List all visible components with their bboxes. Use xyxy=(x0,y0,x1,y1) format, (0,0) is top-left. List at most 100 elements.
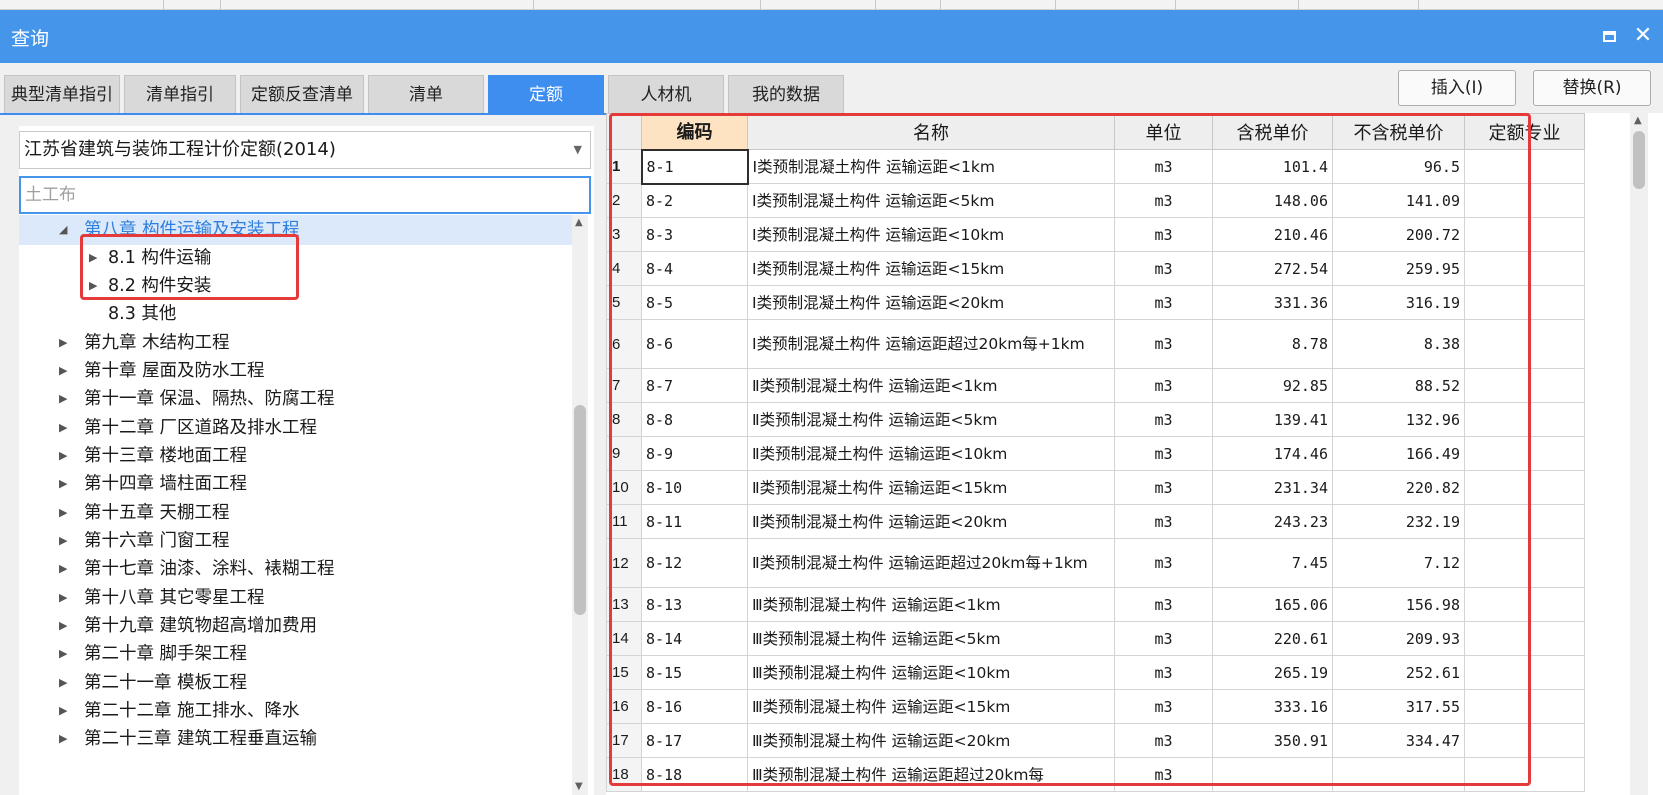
tree-item-chapter-9[interactable]: ▶ 第九章 木结构工程 xyxy=(19,328,572,358)
scroll-up-icon[interactable]: ▲ xyxy=(1634,115,1642,126)
tree-item-chapter-8[interactable]: ◢ 第八章 构件运输及安装工程 xyxy=(19,215,572,245)
row-number[interactable]: 16 xyxy=(606,689,642,724)
unit-cell[interactable]: m3 xyxy=(1114,402,1213,437)
notax-price-cell[interactable]: 317.55 xyxy=(1332,689,1465,724)
table-row[interactable]: 4 8-4 Ⅰ类预制混凝土构件 运输运距<15km m3 272.54 259.95 xyxy=(606,251,1585,286)
notax-price-cell[interactable] xyxy=(1332,757,1465,792)
tab-quota[interactable]: 定额 xyxy=(488,75,604,113)
quota-library-select[interactable]: 江苏省建筑与装饰工程计价定额(2014) ▼ xyxy=(19,131,591,169)
name-cell[interactable]: Ⅲ类预制混凝土构件 运输运距超过20km每 xyxy=(747,757,1115,792)
tree-item-chapter-20[interactable]: ▶ 第二十章 脚手架工程 xyxy=(19,639,572,669)
code-cell[interactable]: 8-13 xyxy=(641,587,748,622)
tax-price-cell[interactable]: 333.16 xyxy=(1212,689,1333,724)
unit-cell[interactable]: m3 xyxy=(1114,538,1213,588)
tree-item-8-2[interactable]: ▶ 8.2 构件安装 xyxy=(19,271,572,301)
table-row[interactable]: 15 8-15 Ⅲ类预制混凝土构件 运输运距<10km m3 265.19 252.61 xyxy=(606,655,1585,690)
table-row[interactable]: 10 8-10 Ⅱ类预制混凝土构件 运输运距<15km m3 231.34 220.82 xyxy=(606,470,1585,505)
table-row[interactable]: 6 8-6 Ⅰ类预制混凝土构件 运输运距超过20km每+1km m3 8.78 8.38 xyxy=(606,319,1585,369)
unit-cell[interactable]: m3 xyxy=(1114,149,1213,184)
major-cell[interactable] xyxy=(1464,285,1585,320)
tab-bill-guide[interactable]: 清单指引 xyxy=(124,75,236,113)
tax-price-cell[interactable]: 210.46 xyxy=(1212,217,1333,252)
notax-price-cell[interactable]: 200.72 xyxy=(1332,217,1465,252)
name-cell[interactable]: Ⅱ类预制混凝土构件 运输运距<1km xyxy=(747,368,1115,403)
collapsed-triangle-icon[interactable]: ▶ xyxy=(59,441,67,471)
table-row[interactable]: 14 8-14 Ⅲ类预制混凝土构件 运输运距<5km m3 220.61 209.93 xyxy=(606,621,1585,656)
table-row[interactable]: 18 8-18 Ⅲ类预制混凝土构件 运输运距超过20km每 m3 xyxy=(606,757,1585,792)
tax-price-cell[interactable]: 8.78 xyxy=(1212,319,1333,369)
insert-button[interactable]: 插入(I) xyxy=(1398,70,1516,106)
tax-price-cell[interactable] xyxy=(1212,757,1333,792)
close-icon[interactable]: ✕ xyxy=(1629,22,1657,50)
name-cell[interactable]: Ⅰ类预制混凝土构件 运输运距超过20km每+1km xyxy=(747,319,1115,369)
code-cell[interactable]: 8-18 xyxy=(641,757,748,792)
name-cell[interactable]: Ⅲ类预制混凝土构件 运输运距<10km xyxy=(747,655,1115,690)
major-cell[interactable] xyxy=(1464,217,1585,252)
tax-price-cell[interactable]: 231.34 xyxy=(1212,470,1333,505)
row-number[interactable]: 18 xyxy=(606,757,642,792)
unit-cell[interactable]: m3 xyxy=(1114,183,1213,218)
notax-price-cell[interactable]: 7.12 xyxy=(1332,538,1465,588)
table-row[interactable]: 5 8-5 Ⅰ类预制混凝土构件 运输运距<20km m3 331.36 316.19 xyxy=(606,285,1585,320)
major-cell[interactable] xyxy=(1464,504,1585,539)
collapsed-triangle-icon[interactable]: ▶ xyxy=(59,413,67,443)
notax-price-cell[interactable]: 220.82 xyxy=(1332,470,1465,505)
major-cell[interactable] xyxy=(1464,538,1585,588)
code-cell[interactable]: 8-17 xyxy=(641,723,748,758)
maximize-icon[interactable] xyxy=(1595,22,1623,50)
tree-item-chapter-11[interactable]: ▶ 第十一章 保温、隔热、防腐工程 xyxy=(19,384,572,414)
unit-cell[interactable]: m3 xyxy=(1114,217,1213,252)
collapsed-triangle-icon[interactable]: ▶ xyxy=(59,328,67,358)
name-cell[interactable]: Ⅰ类预制混凝土构件 运输运距<15km xyxy=(747,251,1115,286)
tree-item-chapter-13[interactable]: ▶ 第十三章 楼地面工程 xyxy=(19,441,572,471)
tree-item-8-3[interactable]: 8.3 其他 xyxy=(19,299,572,329)
tree-item-chapter-12[interactable]: ▶ 第十二章 厂区道路及排水工程 xyxy=(19,413,572,443)
code-cell[interactable]: 8-5 xyxy=(641,285,748,320)
grid-scrollbar[interactable]: ▲ xyxy=(1630,113,1648,795)
major-cell[interactable] xyxy=(1464,368,1585,403)
major-cell[interactable] xyxy=(1464,402,1585,437)
tree-item-chapter-23[interactable]: ▶ 第二十三章 建筑工程垂直运输 xyxy=(19,724,572,754)
collapsed-triangle-icon[interactable]: ▶ xyxy=(59,668,67,698)
table-row[interactable]: 7 8-7 Ⅱ类预制混凝土构件 运输运距<1km m3 92.85 88.52 xyxy=(606,368,1585,403)
code-cell[interactable]: 8-7 xyxy=(641,368,748,403)
code-cell[interactable]: 8-3 xyxy=(641,217,748,252)
notax-price-cell[interactable]: 132.96 xyxy=(1332,402,1465,437)
collapsed-triangle-icon[interactable]: ▶ xyxy=(59,384,67,414)
column-header-unit[interactable]: 单位 xyxy=(1114,113,1213,150)
major-cell[interactable] xyxy=(1464,689,1585,724)
unit-cell[interactable]: m3 xyxy=(1114,689,1213,724)
row-number[interactable]: 7 xyxy=(606,368,642,403)
grid-scrollbar-thumb[interactable] xyxy=(1633,131,1645,189)
tax-price-cell[interactable]: 350.91 xyxy=(1212,723,1333,758)
row-number[interactable]: 13 xyxy=(606,587,642,622)
collapsed-triangle-icon[interactable]: ▶ xyxy=(59,356,67,386)
code-cell[interactable]: 8-15 xyxy=(641,655,748,690)
code-cell[interactable]: 8-14 xyxy=(641,621,748,656)
table-row[interactable]: 17 8-17 Ⅲ类预制混凝土构件 运输运距<20km m3 350.91 334.47 xyxy=(606,723,1585,758)
unit-cell[interactable]: m3 xyxy=(1114,621,1213,656)
collapsed-triangle-icon[interactable]: ▶ xyxy=(59,583,67,613)
row-number[interactable]: 15 xyxy=(606,655,642,690)
code-cell[interactable]: 8-16 xyxy=(641,689,748,724)
tree-scrollbar-thumb[interactable] xyxy=(574,405,586,615)
tree-item-chapter-14[interactable]: ▶ 第十四章 墙柱面工程 xyxy=(19,469,572,499)
unit-cell[interactable]: m3 xyxy=(1114,368,1213,403)
major-cell[interactable] xyxy=(1464,319,1585,369)
table-row[interactable]: 3 8-3 Ⅰ类预制混凝土构件 运输运距<10km m3 210.46 200.72 xyxy=(606,217,1585,252)
code-cell[interactable]: 8-12 xyxy=(641,538,748,588)
notax-price-cell[interactable]: 252.61 xyxy=(1332,655,1465,690)
name-cell[interactable]: Ⅱ类预制混凝土构件 运输运距<20km xyxy=(747,504,1115,539)
column-header-tax-price[interactable]: 含税单价 xyxy=(1212,113,1333,150)
unit-cell[interactable]: m3 xyxy=(1114,436,1213,471)
tree-item-chapter-19[interactable]: ▶ 第十九章 建筑物超高增加费用 xyxy=(19,611,572,641)
dialog-titlebar[interactable]: 查询 ✕ xyxy=(0,10,1663,63)
row-number[interactable]: 8 xyxy=(606,402,642,437)
search-input[interactable]: 土工布 xyxy=(19,176,591,214)
code-cell[interactable]: 8-9 xyxy=(641,436,748,471)
table-row[interactable]: 11 8-11 Ⅱ类预制混凝土构件 运输运距<20km m3 243.23 232.19 xyxy=(606,504,1585,539)
table-row[interactable]: 16 8-16 Ⅲ类预制混凝土构件 运输运距<15km m3 333.16 317.55 xyxy=(606,689,1585,724)
unit-cell[interactable]: m3 xyxy=(1114,757,1213,792)
name-cell[interactable]: Ⅱ类预制混凝土构件 运输运距<5km xyxy=(747,402,1115,437)
major-cell[interactable] xyxy=(1464,655,1585,690)
